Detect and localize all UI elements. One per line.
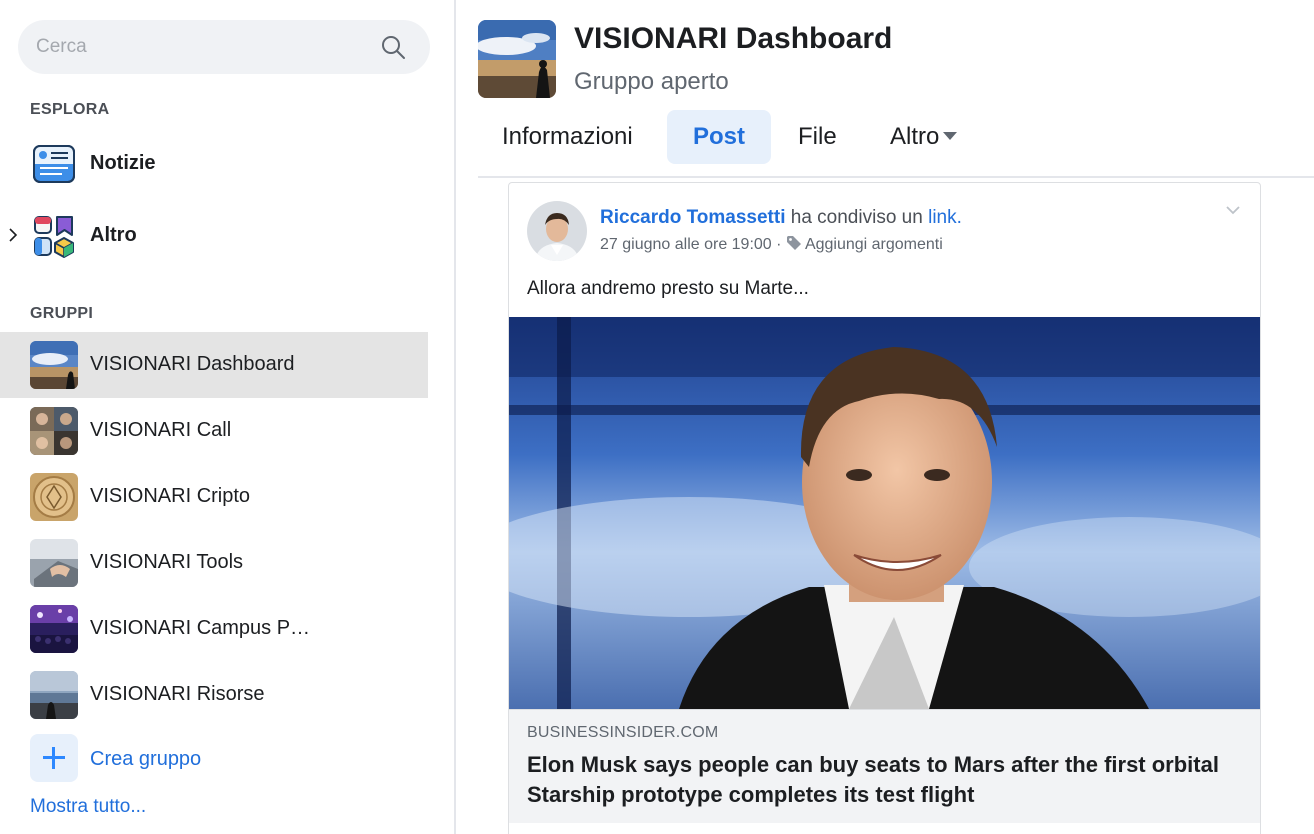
sidebar-item-label: Altro	[90, 224, 137, 246]
tabs-divider	[478, 176, 1314, 178]
sidebar-group-visionari-campus[interactable]: VISIONARI Campus P…	[0, 596, 428, 662]
group-tabs: Informazioni Post File Altro	[478, 110, 1314, 164]
create-group-label[interactable]: Crea gruppo	[90, 748, 201, 771]
post-action: ha condiviso un	[790, 207, 923, 228]
post-timestamp[interactable]: 27 giugno alle ore 19:00	[600, 236, 772, 253]
group-thumbnail	[30, 341, 78, 389]
tab-informazioni[interactable]: Informazioni	[502, 110, 633, 164]
search-bar[interactable]	[18, 20, 430, 74]
group-thumbnail	[30, 407, 78, 455]
sidebar-group-label: VISIONARI Call	[90, 419, 232, 441]
group-thumbnail	[30, 671, 78, 719]
sidebar-group-label: VISIONARI Campus P…	[90, 617, 311, 639]
link-preview-card[interactable]: BUSINESSINSIDER.COM Elon Musk says peopl…	[509, 709, 1260, 823]
tab-post[interactable]: Post	[667, 110, 771, 164]
group-thumbnail	[30, 473, 78, 521]
tag-icon	[786, 236, 801, 250]
sidebar-group-label: VISIONARI Risorse	[90, 683, 265, 705]
add-topics-link[interactable]: Aggiungi argomenti	[805, 236, 943, 253]
search-input[interactable]	[36, 32, 366, 62]
sidebar-group-label: VISIONARI Tools	[90, 551, 244, 573]
post-meta: 27 giugno alle ore 19:00 · Aggiungi argo…	[600, 235, 943, 254]
sidebar-group-visionari-tools[interactable]: VISIONARI Tools	[0, 530, 428, 596]
chevron-down-icon[interactable]	[1224, 203, 1242, 217]
main-content: VISIONARI Dashboard Gruppo aperto Inform…	[456, 0, 1314, 834]
groups-section-title: GRUPPI	[30, 305, 94, 322]
group-thumbnail	[30, 605, 78, 653]
author-avatar[interactable]	[527, 201, 587, 261]
group-cover-image	[478, 20, 556, 98]
news-feed-icon	[33, 145, 75, 183]
sidebar-group-visionari-call[interactable]: VISIONARI Call	[0, 398, 428, 464]
create-group-button[interactable]: Crea gruppo	[0, 728, 428, 788]
sidebar-group-visionari-risorse[interactable]: VISIONARI Risorse	[0, 662, 428, 728]
tab-altro-label: Altro	[890, 123, 940, 150]
group-title: VISIONARI Dashboard	[574, 22, 893, 55]
search-icon[interactable]	[380, 34, 406, 60]
author-name-link[interactable]: Riccardo Tomassetti	[600, 207, 785, 228]
sidebar-group-label: VISIONARI Dashboard	[90, 353, 295, 375]
more-apps-icon	[34, 216, 74, 258]
post-header: Riccardo Tomassetti ha condiviso un link…	[600, 207, 962, 229]
meta-separator: ·	[776, 236, 782, 253]
sidebar-group-visionari-dashboard[interactable]: VISIONARI Dashboard	[0, 332, 428, 398]
tab-altro[interactable]: Altro	[890, 110, 958, 164]
explore-section-title: ESPLORA	[30, 101, 110, 118]
link-preview-image[interactable]	[509, 317, 1260, 709]
group-type: Gruppo aperto	[574, 68, 729, 95]
link-text[interactable]: link.	[928, 207, 962, 228]
chevron-right-icon[interactable]	[6, 224, 20, 246]
sidebar-item-label: Notizie	[90, 152, 156, 174]
link-headline[interactable]: Elon Musk says people can buy seats to M…	[527, 750, 1237, 810]
sidebar-group-visionari-cripto[interactable]: VISIONARI Cripto	[0, 464, 428, 530]
sidebar-item-news[interactable]: Notizie	[0, 134, 428, 194]
plus-icon[interactable]	[30, 734, 78, 782]
caret-down-icon	[943, 131, 958, 140]
post-text: Allora andremo presto su Marte...	[527, 278, 809, 299]
group-thumbnail	[30, 539, 78, 587]
sidebar-item-more[interactable]: Altro	[0, 206, 428, 266]
sidebar-group-label: VISIONARI Cripto	[90, 485, 251, 507]
sidebar: ESPLORA Notizie Altro	[0, 0, 454, 834]
link-domain: BUSINESSINSIDER.COM	[527, 724, 719, 741]
tab-file[interactable]: File	[798, 110, 837, 164]
post-card: Riccardo Tomassetti ha condiviso un link…	[508, 182, 1261, 834]
show-all-link[interactable]: Mostra tutto...	[30, 796, 146, 818]
